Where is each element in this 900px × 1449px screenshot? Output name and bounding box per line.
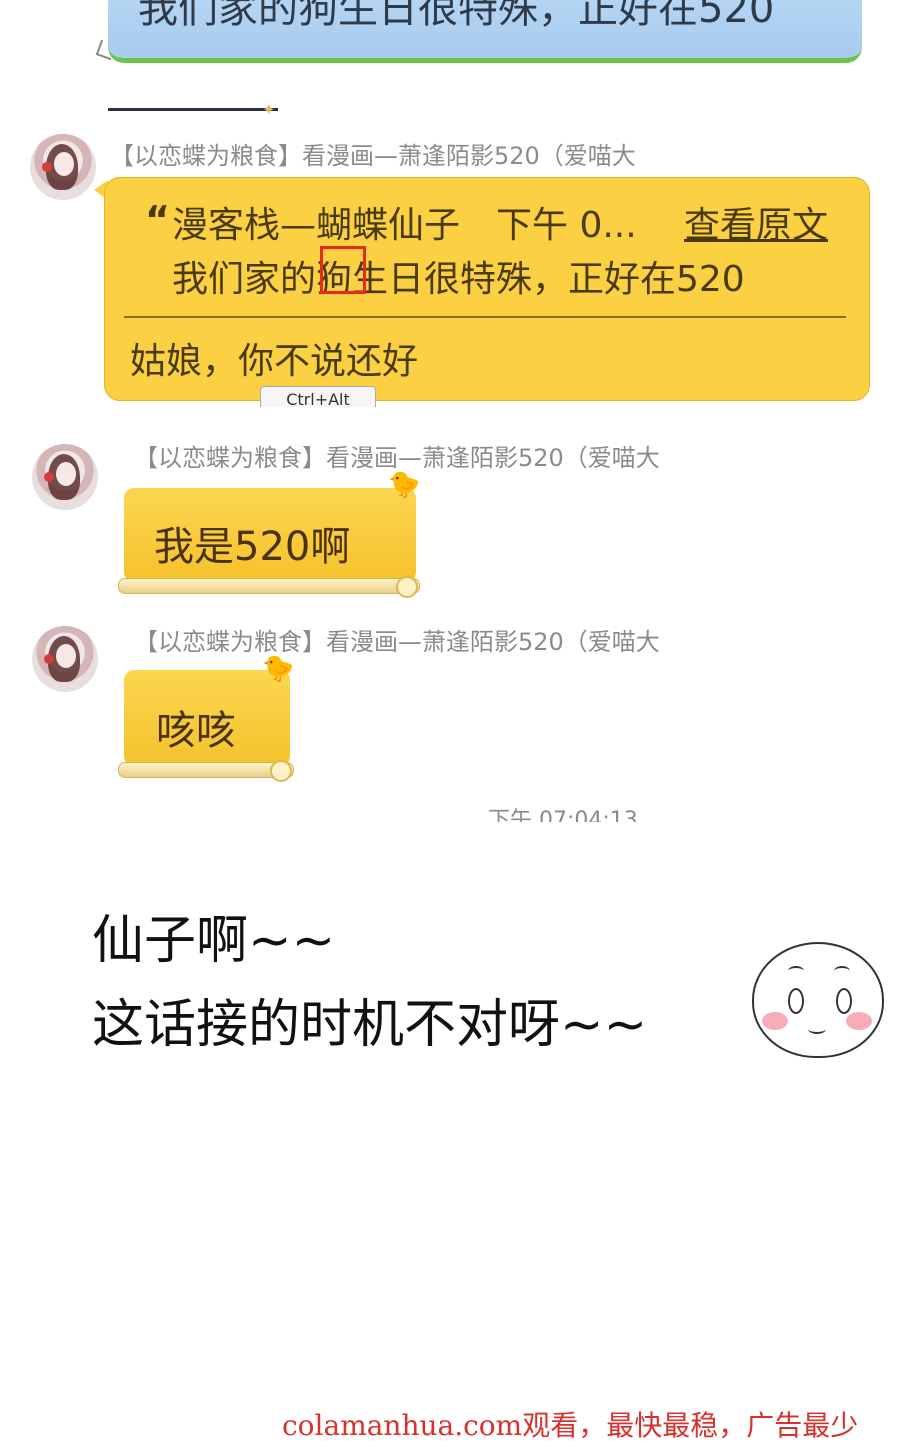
sender-name: 【以恋蝶为粮食】看漫画—萧逢陌影520（爱喵大 bbox=[110, 142, 636, 170]
message-text: 我是520啊 bbox=[154, 524, 351, 570]
avatar[interactable] bbox=[32, 444, 98, 510]
message-text: 咳咳 bbox=[156, 708, 236, 754]
quote-mark-icon: “ bbox=[145, 198, 170, 242]
caption-line-1: 仙子啊~~ bbox=[92, 911, 336, 971]
avatar[interactable] bbox=[30, 134, 96, 200]
quoted-text: 我们家的狗生日很特殊，正好在520 bbox=[172, 259, 745, 300]
scroll-cap bbox=[396, 576, 418, 598]
reply-text: 姑娘，你不说还好 bbox=[130, 341, 419, 382]
watermark: colamanhua.com观看，最快最稳，广告最少 bbox=[282, 1409, 859, 1442]
chick-icon: 🐤 bbox=[262, 654, 295, 684]
timestamp: 下午 07:04:13 bbox=[488, 808, 638, 822]
scroll-rod bbox=[118, 762, 294, 778]
scroll-rod bbox=[118, 578, 420, 594]
sender-name: 【以恋蝶为粮食】看漫画—萧逢陌影520（爱喵大 bbox=[134, 628, 660, 656]
shortcut-tooltip: Ctrl+Alt bbox=[260, 386, 376, 407]
chick-icon: 🐤 bbox=[388, 470, 421, 500]
sender-name: 【以恋蝶为粮食】看漫画—萧逢陌影520（爱喵大 bbox=[134, 444, 660, 472]
view-original-link[interactable]: 查看原文 bbox=[684, 196, 828, 248]
caption-line-2: 这话接的时机不对呀~~ bbox=[92, 995, 648, 1055]
scroll-cap bbox=[270, 760, 292, 782]
highlight-box bbox=[320, 246, 366, 294]
top-message-bubble[interactable]: 我们家的狗生日很特殊，正好在520 bbox=[108, 0, 862, 63]
divider bbox=[108, 108, 278, 111]
top-message-text: 我们家的狗生日很特殊，正好在520 bbox=[138, 0, 775, 32]
blushing-face-icon bbox=[752, 942, 884, 1058]
sparkle-icon: ✦ bbox=[262, 100, 276, 119]
quote-header: 漫客栈—蝴蝶仙子 下午 0... bbox=[172, 205, 637, 246]
quote-divider bbox=[124, 316, 846, 318]
avatar[interactable] bbox=[32, 626, 98, 692]
